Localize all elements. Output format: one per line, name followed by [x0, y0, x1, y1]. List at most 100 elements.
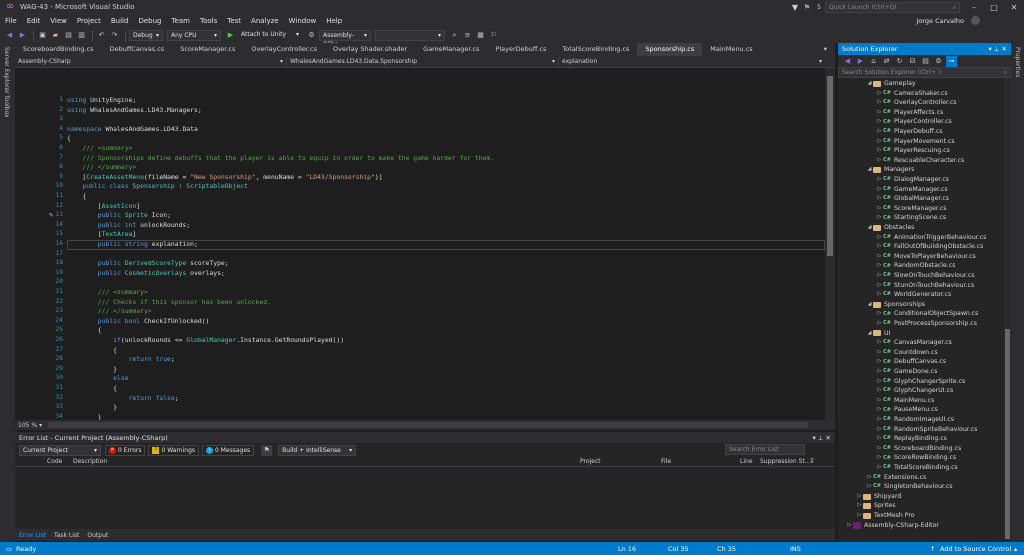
user-avatar-icon[interactable] — [971, 16, 980, 25]
home-icon[interactable]: ⌂ — [868, 56, 879, 67]
code-line[interactable]: public int unlockRounds; — [67, 221, 190, 231]
errors-filter-button[interactable]: ✕ 0 Errors — [105, 444, 146, 456]
tab-task-list[interactable]: Task List — [50, 532, 83, 539]
tree-file-item[interactable]: ▷ C# ScoreManager.cs — [876, 204, 947, 214]
tree-file-item[interactable]: ▷ C# WorldGenerator.cs — [876, 290, 952, 300]
configuration-dropdown[interactable]: Debug ▾ — [129, 29, 163, 41]
tab-list-dropdown-icon[interactable]: ▾ — [816, 43, 835, 56]
expanded-arrow-icon[interactable]: ◢ — [866, 223, 873, 233]
tree-file-item[interactable]: ▷ C# OverlayController.cs — [876, 98, 957, 108]
collapsed-arrow-icon[interactable]: ▷ — [876, 425, 883, 435]
collapsed-arrow-icon[interactable]: ▷ — [876, 377, 883, 387]
tree-folder-item[interactable]: ▷ Shipyard — [856, 492, 902, 502]
tree-file-item[interactable]: ▷ C# Countdown.cs — [876, 348, 938, 358]
tree-folder-item[interactable]: ◢ Obstacles — [866, 223, 915, 233]
tab-playerdebuff[interactable]: PlayerDebuff.cs — [487, 43, 554, 56]
collapsed-arrow-icon[interactable]: ▷ — [856, 511, 863, 521]
tree-file-item[interactable]: ▷ C# Extensions.cs — [866, 473, 927, 483]
tree-file-item[interactable]: ▷ C# SlowOnTouchBehaviour.cs — [876, 271, 975, 281]
code-line[interactable]: { — [67, 346, 117, 356]
tab-mainmenu[interactable]: MainMenu.cs — [702, 43, 760, 56]
scrollbar-thumb[interactable] — [1005, 329, 1010, 539]
scrollbar-thumb[interactable] — [827, 76, 833, 256]
tree-file-item[interactable]: ▷ C# GameManager.cs — [876, 185, 948, 195]
menu-help[interactable]: Help — [321, 17, 347, 25]
code-editor[interactable]: 1 2 3 4 5 6 7 8 9 10 11 12 13 14 15 16 17 18 19 20 21 22 23 24 2… — [15, 68, 835, 440]
expanded-arrow-icon[interactable]: ◢ — [866, 329, 873, 339]
collapsed-arrow-icon[interactable]: ▷ — [876, 271, 883, 281]
column-line[interactable]: Line — [740, 458, 753, 465]
chevron-down-icon[interactable]: ▾ — [812, 434, 815, 442]
expanded-arrow-icon[interactable]: ◢ — [866, 165, 873, 175]
collapsed-arrow-icon[interactable]: ▷ — [876, 319, 883, 329]
column-description[interactable]: Description — [73, 458, 107, 465]
refresh-icon[interactable]: ↻ — [894, 56, 905, 67]
code-line[interactable]: [AssetIcon] — [67, 202, 140, 212]
collapsed-arrow-icon[interactable]: ▷ — [856, 492, 863, 502]
tree-file-item[interactable]: ▷ C# ReplayBinding.cs — [876, 434, 947, 444]
code-line[interactable]: { — [67, 384, 117, 394]
code-line[interactable]: public CosmeticOverlays overlays; — [67, 269, 225, 279]
menu-view[interactable]: View — [45, 17, 72, 25]
error-list-search-input[interactable]: Search Error List — [725, 444, 805, 455]
platform-dropdown[interactable]: Any CPU ▾ — [167, 29, 221, 41]
tree-file-item[interactable]: ▷ C# PlayerRescuing.cs — [876, 146, 950, 156]
properties-icon[interactable]: ⚙ — [933, 56, 944, 67]
minimize-button[interactable]: – — [964, 3, 984, 12]
code-line[interactable]: /// Checks if this sponsor has been unlo… — [67, 298, 271, 308]
expanded-arrow-icon[interactable]: ◢ — [866, 300, 873, 310]
tree-file-item[interactable]: ▷ C# RescuableCharacter.cs — [876, 156, 965, 166]
code-area[interactable]: using UnityEngine; using WhalesAndGames.L… — [67, 68, 825, 440]
preview-icon[interactable]: ⊸ — [946, 55, 957, 67]
open-file-icon[interactable]: ▰ — [50, 30, 61, 41]
menu-test[interactable]: Test — [222, 17, 246, 25]
tree-file-item[interactable]: ▷ C# RandomImageUI.cs — [876, 415, 954, 425]
menu-window[interactable]: Window — [284, 17, 322, 25]
collapsed-arrow-icon[interactable]: ▷ — [876, 242, 883, 252]
solution-explorer-scrollbar[interactable] — [1004, 79, 1011, 542]
tab-overlaycontroller[interactable]: OverlayController.cs — [243, 43, 325, 56]
collapsed-arrow-icon[interactable]: ▷ — [876, 453, 883, 463]
source-control-up-icon[interactable]: ↑ — [930, 545, 935, 553]
back-icon[interactable]: ◀ — [842, 56, 853, 67]
menu-edit[interactable]: Edit — [22, 17, 46, 25]
code-line[interactable]: /// </summary> — [67, 307, 152, 317]
tree-file-item[interactable]: ▷ C# StunOnTouchBehaviour.cs — [876, 281, 975, 291]
code-line[interactable]: [CreateAssetMenu(fileName = "New Sponsor… — [67, 173, 382, 183]
pin-icon[interactable]: ⊥ — [818, 434, 824, 442]
menu-file[interactable]: File — [0, 17, 22, 25]
tab-error-list[interactable]: Error List — [15, 532, 50, 539]
properties-tab[interactable]: Properties — [1014, 47, 1021, 77]
menu-analyze[interactable]: Analyze — [246, 17, 284, 25]
collapsed-arrow-icon[interactable]: ▷ — [876, 405, 883, 415]
chevron-down-icon[interactable]: ▾ — [39, 422, 42, 429]
startup-item-dropdown[interactable]: ▾ — [375, 29, 445, 41]
tree-file-item[interactable]: ▷ C# GlyphChangerSprite.cs — [876, 377, 966, 387]
menu-team[interactable]: Team — [166, 17, 195, 25]
back-icon[interactable]: ◀ — [4, 30, 15, 41]
tree-file-item[interactable]: ▷ C# DebuffCanvas.cs — [876, 357, 946, 367]
comment-icon[interactable]: ▦ — [475, 30, 486, 41]
undo-icon[interactable]: ↶ — [96, 30, 107, 41]
column-filter-icon[interactable]: ⊽ — [810, 458, 814, 465]
code-line[interactable]: namespace WhalesAndGames.LD43.Data — [67, 125, 198, 135]
collapsed-arrow-icon[interactable]: ▷ — [876, 252, 883, 262]
format-icon[interactable]: ≡ — [462, 30, 473, 41]
quick-launch-input[interactable]: Quick Launch (Ctrl+Q) ⌕ — [825, 1, 960, 13]
tree-file-item[interactable]: ▷ C# GameDone.cs — [876, 367, 938, 377]
sync-icon[interactable]: ⇄ — [881, 56, 892, 67]
tree-file-item[interactable]: ▷ C# TotalScoreBinding.cs — [876, 463, 958, 473]
collapsed-arrow-icon[interactable]: ▷ — [876, 194, 883, 204]
collapsed-arrow-icon[interactable]: ▷ — [856, 501, 863, 511]
code-line[interactable]: /// Sponsorships define debuffs that the… — [67, 154, 494, 164]
tab-sponsorship[interactable]: Sponsorship.cs — [637, 43, 703, 56]
tree-file-item[interactable]: ▷ C# PlayerAffects.cs — [876, 108, 944, 118]
toolbox-tab[interactable]: Toolbox — [3, 95, 10, 118]
collapsed-arrow-icon[interactable]: ▷ — [876, 137, 883, 147]
collapsed-arrow-icon[interactable]: ▷ — [876, 348, 883, 358]
scope-dropdown[interactable]: Current Project ▾ — [19, 444, 101, 456]
forward-icon[interactable]: ▶ — [855, 56, 866, 67]
tree-file-item[interactable]: ▷ C# DialogManager.cs — [876, 175, 949, 185]
code-line[interactable]: { — [67, 192, 86, 202]
messages-filter-button[interactable]: i0 Messages — [202, 444, 255, 456]
